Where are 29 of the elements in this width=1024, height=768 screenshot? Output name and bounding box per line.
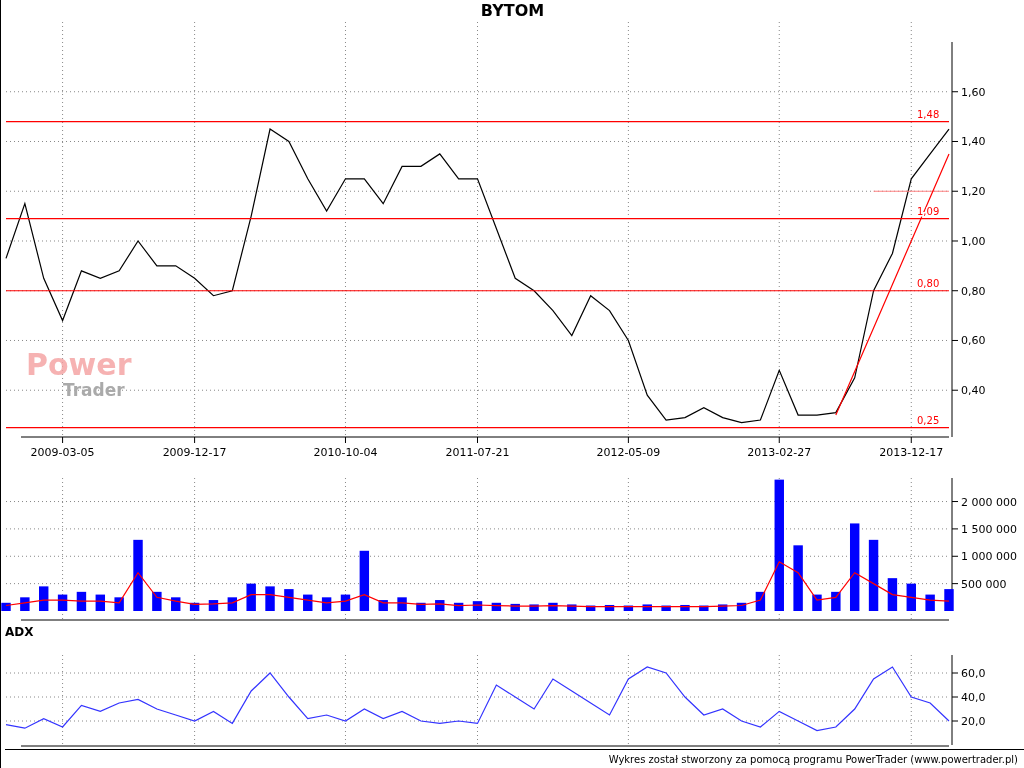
level-label: 0,80 bbox=[917, 277, 940, 289]
axis-label: 2 000 000 bbox=[961, 495, 1017, 509]
axis-label: 2012-05-09 bbox=[596, 445, 661, 459]
chart-title: BYTOM bbox=[479, 0, 546, 22]
footer-text: Wykres został stworzony za pomocą programu PowerTrader (www.powertrader.pl) bbox=[5, 749, 1024, 768]
axis-label: 40,0 bbox=[961, 691, 986, 705]
axis-label: 1 000 000 bbox=[961, 549, 1017, 563]
axis-label: 60,0 bbox=[961, 667, 986, 681]
axis-label: 20,0 bbox=[961, 715, 986, 729]
axis-label: 2009-12-17 bbox=[162, 445, 227, 459]
axis-label: 1,60 bbox=[961, 85, 986, 99]
axis-label: 500 000 bbox=[961, 577, 1007, 591]
axis-label: 2009-03-05 bbox=[30, 445, 95, 459]
panel-title: ADX bbox=[4, 624, 35, 642]
axis-label: 1,20 bbox=[961, 184, 986, 198]
logo-word: Trader bbox=[63, 379, 125, 400]
axis-label: 2013-02-27 bbox=[747, 445, 812, 459]
axis-label: 0,80 bbox=[961, 284, 986, 298]
axis-label: 0,40 bbox=[961, 383, 986, 397]
axis-label: 1,40 bbox=[961, 135, 986, 149]
axis-label: 0,60 bbox=[961, 334, 986, 348]
axis-label: 2013-12-17 bbox=[879, 445, 944, 459]
level-label: 1,48 bbox=[917, 108, 940, 120]
axis-label: 1,00 bbox=[961, 234, 986, 248]
logo-word: Power bbox=[26, 346, 132, 382]
axis-label: 1 500 000 bbox=[961, 522, 1017, 536]
axis-label: 2010-10-04 bbox=[313, 445, 378, 459]
axis-label: 2011-07-21 bbox=[445, 445, 510, 459]
level-label: 0,25 bbox=[917, 414, 940, 426]
